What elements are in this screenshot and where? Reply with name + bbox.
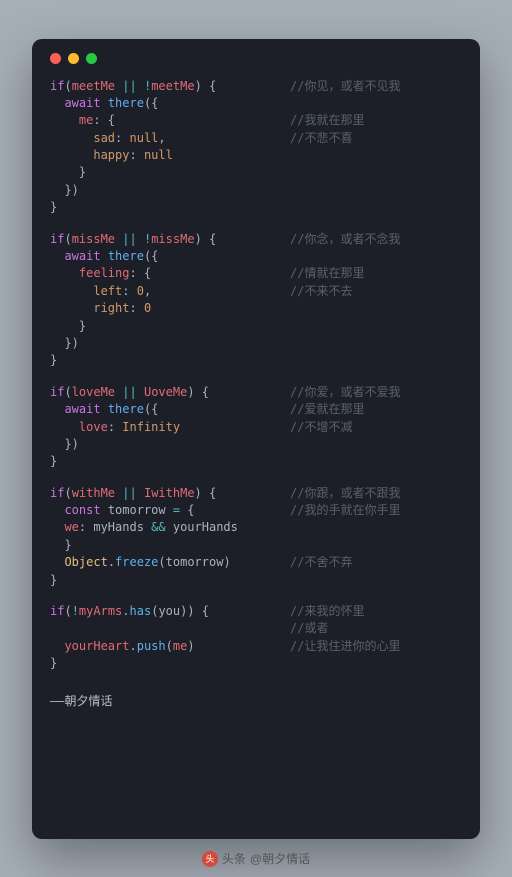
- code-comment: //我的手就在你手里: [290, 502, 400, 519]
- code-comment: //我就在那里: [290, 112, 364, 129]
- code-line: happy: null: [50, 147, 462, 164]
- footer-source: 头条: [222, 850, 246, 867]
- code-tokens: [50, 620, 290, 637]
- code-line: }: [50, 199, 462, 216]
- code-tokens: }: [50, 453, 290, 470]
- window-traffic-lights: [50, 53, 462, 64]
- minimize-icon[interactable]: [68, 53, 79, 64]
- code-tokens: await there({: [50, 401, 290, 418]
- code-line: }: [50, 318, 462, 335]
- code-tokens: Object.freeze(tomorrow): [50, 554, 290, 571]
- code-line: }: [50, 572, 462, 589]
- code-tokens: }): [50, 436, 290, 453]
- page-footer: 头 头条 @朝夕情话: [0, 850, 512, 867]
- code-comment: //你爱，或者不爱我: [290, 384, 400, 401]
- code-tokens: }): [50, 182, 290, 199]
- code-line: right: 0: [50, 300, 462, 317]
- code-line: }: [50, 352, 462, 369]
- code-comment: //不悲不喜: [290, 130, 352, 147]
- close-icon[interactable]: [50, 53, 61, 64]
- maximize-icon[interactable]: [86, 53, 97, 64]
- code-line: }): [50, 436, 462, 453]
- code-tokens: happy: null: [50, 147, 290, 164]
- code-tokens: if(meetMe || !meetMe) {: [50, 78, 290, 95]
- signature: ——朝夕情话: [50, 693, 462, 710]
- code-line: we: myHands && yourHands: [50, 519, 462, 536]
- code-tokens: if(withMe || IwithMe) {: [50, 485, 290, 502]
- code-comment: //来我的怀里: [290, 603, 364, 620]
- code-comment: //你念，或者不念我: [290, 231, 400, 248]
- code-tokens: }: [50, 318, 290, 335]
- code-tokens: }: [50, 352, 290, 369]
- code-line: feeling: {//情就在那里: [50, 265, 462, 282]
- code-tokens: }: [50, 199, 290, 216]
- code-comment: //爱就在那里: [290, 401, 364, 418]
- code-body: if(meetMe || !meetMe) {//你见，或者不见我 await …: [50, 78, 462, 673]
- code-tokens: await there({: [50, 95, 290, 112]
- source-logo-icon: 头: [202, 851, 218, 867]
- code-line: if(withMe || IwithMe) {//你跟，或者不跟我: [50, 485, 462, 502]
- code-comment: //情就在那里: [290, 265, 364, 282]
- code-line: }: [50, 164, 462, 181]
- code-tokens: right: 0: [50, 300, 290, 317]
- code-comment: //你跟，或者不跟我: [290, 485, 400, 502]
- code-line: if(loveMe || UoveMe) {//你爱，或者不爱我: [50, 384, 462, 401]
- code-line: if(missMe || !missMe) {//你念，或者不念我: [50, 231, 462, 248]
- code-comment: //让我住进你的心里: [290, 638, 400, 655]
- code-line: }: [50, 655, 462, 672]
- code-tokens: yourHeart.push(me): [50, 638, 290, 655]
- code-line: await there({: [50, 248, 462, 265]
- code-comment: //不来不去: [290, 283, 352, 300]
- code-line: }): [50, 335, 462, 352]
- code-line: love: Infinity//不增不减: [50, 419, 462, 436]
- code-tokens: }: [50, 164, 290, 181]
- code-line: await there({//爱就在那里: [50, 401, 462, 418]
- code-comment: //你见，或者不见我: [290, 78, 400, 95]
- code-tokens: }: [50, 655, 290, 672]
- code-line: }): [50, 182, 462, 199]
- code-tokens: we: myHands && yourHands: [50, 519, 290, 536]
- code-comment: //不增不减: [290, 419, 352, 436]
- code-line: }: [50, 453, 462, 470]
- footer-author: @朝夕情话: [250, 850, 310, 867]
- code-tokens: me: {: [50, 112, 290, 129]
- code-line: const tomorrow = {//我的手就在你手里: [50, 502, 462, 519]
- code-tokens: if(loveMe || UoveMe) {: [50, 384, 290, 401]
- code-tokens: }: [50, 537, 290, 554]
- code-line: me: {//我就在那里: [50, 112, 462, 129]
- code-window: if(meetMe || !meetMe) {//你见，或者不见我 await …: [32, 39, 480, 839]
- code-line: await there({: [50, 95, 462, 112]
- code-tokens: if(missMe || !missMe) {: [50, 231, 290, 248]
- code-line: yourHeart.push(me)//让我住进你的心里: [50, 638, 462, 655]
- code-tokens: const tomorrow = {: [50, 502, 290, 519]
- code-line: if(!myArms.has(you)) {//来我的怀里: [50, 603, 462, 620]
- code-comment: //或者: [290, 620, 328, 637]
- code-tokens: love: Infinity: [50, 419, 290, 436]
- code-tokens: if(!myArms.has(you)) {: [50, 603, 290, 620]
- code-line: left: 0,//不来不去: [50, 283, 462, 300]
- code-comment: //不舍不弃: [290, 554, 352, 571]
- code-tokens: await there({: [50, 248, 290, 265]
- code-line: sad: null,//不悲不喜: [50, 130, 462, 147]
- code-line: }: [50, 537, 462, 554]
- code-tokens: left: 0,: [50, 283, 290, 300]
- code-tokens: feeling: {: [50, 265, 290, 282]
- code-line: Object.freeze(tomorrow)//不舍不弃: [50, 554, 462, 571]
- code-tokens: sad: null,: [50, 130, 290, 147]
- code-tokens: }: [50, 572, 290, 589]
- code-line: //或者: [50, 620, 462, 637]
- code-tokens: }): [50, 335, 290, 352]
- code-line: if(meetMe || !meetMe) {//你见，或者不见我: [50, 78, 462, 95]
